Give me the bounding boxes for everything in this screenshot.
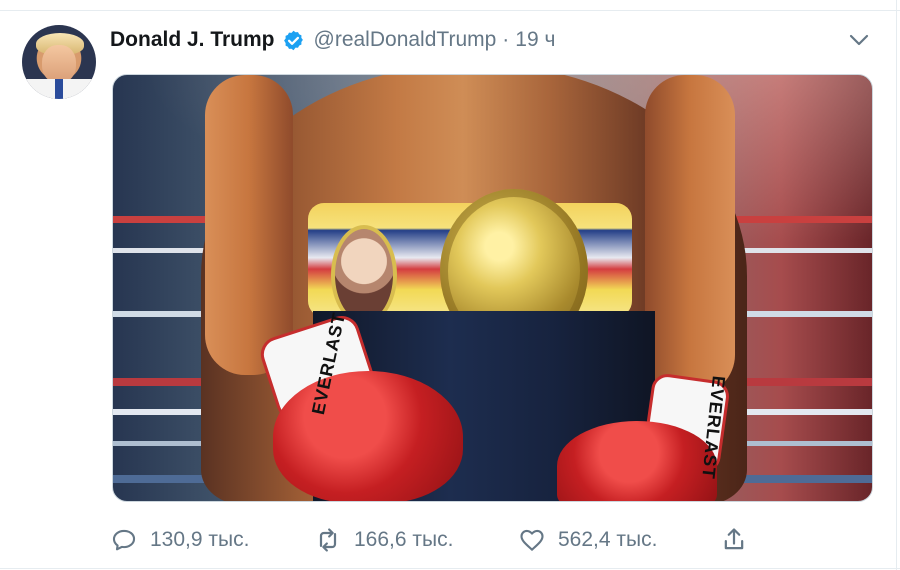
tweet-actions: 130,9 тыс. 166,6 тыс. 562,4 тыс. [110,522,760,558]
tweet-header: Donald J. Trump @realDonaldTrump · 19 ч [110,26,555,54]
reply-count: 130,9 тыс. [150,528,250,551]
retweet-count: 166,6 тыс. [354,528,454,551]
timeline-bottom-border [0,568,900,569]
author-handle[interactable]: @realDonaldTrump [314,28,497,52]
chevron-down-icon[interactable] [848,32,870,48]
verified-badge-icon [283,30,303,50]
avatar-tie [55,79,63,99]
belt-portrait [331,225,397,325]
share-button[interactable] [720,522,748,558]
tweet-image[interactable]: EVERLAST EVERLAST [112,74,873,502]
heart-icon [520,529,544,551]
boxer-left-arm [205,75,293,375]
avatar-face [42,45,76,83]
header-separator: · [502,28,510,51]
left-boxing-glove [273,371,463,501]
reply-button[interactable]: 130,9 тыс. [110,522,249,558]
like-button[interactable]: 562,4 тыс. [518,522,657,558]
like-count: 562,4 тыс. [558,528,658,551]
share-icon [724,528,744,550]
comment-icon [112,529,136,551]
author-name[interactable]: Donald J. Trump [110,28,275,52]
timeline-top-border [0,0,900,11]
avatar[interactable] [22,25,96,99]
tweet-time[interactable]: 19 ч [515,28,555,52]
timeline-right-border [896,0,897,570]
boxer-right-arm [645,75,735,395]
right-boxing-glove [557,421,717,501]
retweet-button[interactable]: 166,6 тыс. [314,522,453,558]
retweet-icon [319,528,337,552]
